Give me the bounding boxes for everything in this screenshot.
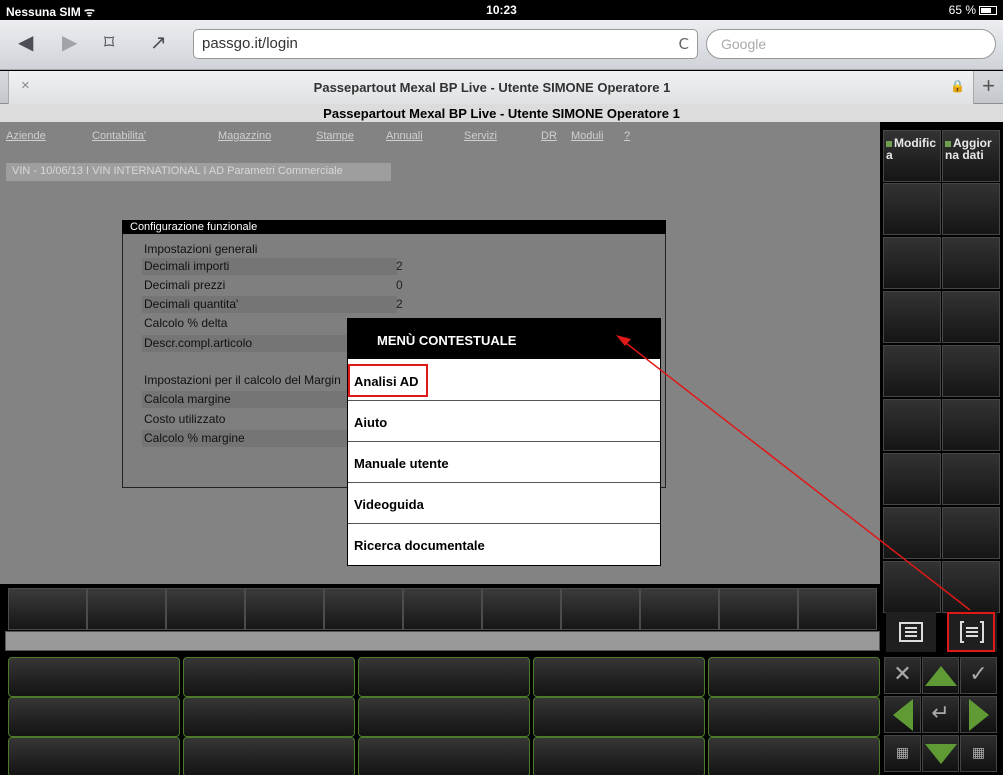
annotation-arrow [616,335,971,611]
